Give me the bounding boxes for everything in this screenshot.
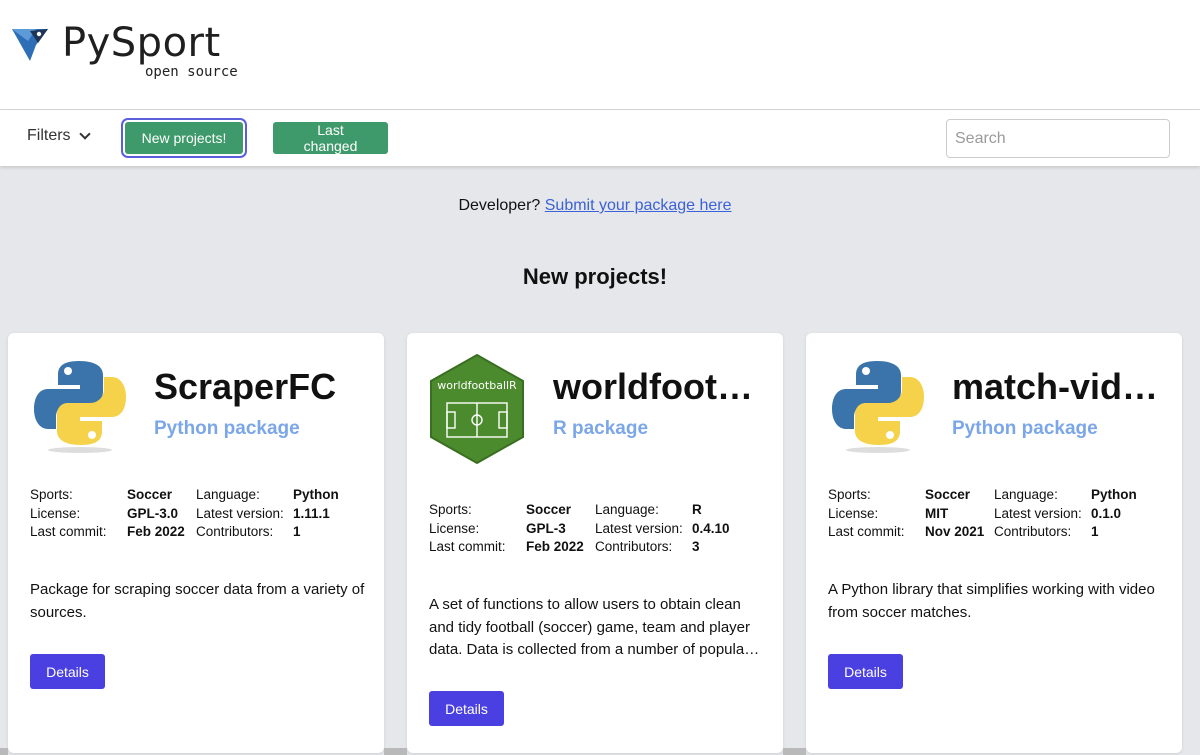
last-commit-label: Last commit: bbox=[828, 524, 905, 539]
hex-logo-text: worldfootballR bbox=[437, 379, 517, 392]
license-label: License: bbox=[429, 520, 480, 536]
package-type: Python package bbox=[154, 418, 300, 439]
developer-prompt: Developer? Submit your package here bbox=[0, 197, 1190, 215]
sports-value: Soccer bbox=[925, 487, 971, 502]
contributors-value: 1 bbox=[1091, 524, 1099, 539]
details-button[interactable]: Details bbox=[828, 654, 903, 689]
next-row-peek bbox=[384, 748, 407, 755]
contributors-label: Contributors: bbox=[196, 524, 274, 539]
language-value: R bbox=[692, 502, 702, 517]
brand-title[interactable]: PySport bbox=[62, 20, 221, 66]
last-commit-value: Feb 2022 bbox=[526, 539, 584, 554]
project-description: A Python library that simplifies working… bbox=[828, 581, 1155, 621]
sports-label: Sports: bbox=[429, 502, 472, 517]
package-type: Python package bbox=[952, 418, 1098, 439]
worldfootballr-hex-logo-icon: worldfootballR bbox=[430, 353, 524, 465]
last-commit-value: Nov 2021 bbox=[925, 524, 985, 539]
language-label: Language: bbox=[196, 487, 260, 502]
latest-version-label: Latest version: bbox=[595, 520, 683, 536]
language-label: Language: bbox=[595, 502, 659, 517]
project-meta: Sports: Soccer Language: Python License:… bbox=[828, 486, 1137, 542]
section-title: New projects! bbox=[522, 264, 668, 289]
latest-version-value: 1.11.1 bbox=[293, 505, 330, 521]
last-commit-label: Last commit: bbox=[429, 539, 506, 554]
project-name[interactable]: match-video bbox=[952, 366, 1162, 408]
sports-label: Sports: bbox=[30, 487, 73, 502]
project-card: ScraperFC Python package Sports: Soccer … bbox=[8, 333, 384, 753]
details-button[interactable]: Details bbox=[429, 691, 504, 726]
project-name[interactable]: worldfootballR bbox=[553, 366, 763, 408]
chevron-down-icon bbox=[78, 128, 91, 140]
developer-text: Developer? bbox=[458, 197, 541, 214]
license-value: GPL-3.0 bbox=[127, 505, 179, 521]
last-commit-label: Last commit: bbox=[30, 524, 107, 539]
contributors-value: 3 bbox=[692, 539, 700, 554]
last-commit-value: Feb 2022 bbox=[127, 524, 185, 539]
language-label: Language: bbox=[994, 487, 1058, 502]
python-logo-icon bbox=[832, 361, 924, 453]
project-name[interactable]: ScraperFC bbox=[154, 366, 364, 408]
latest-version-label: Latest version: bbox=[994, 505, 1082, 521]
contributors-value: 1 bbox=[293, 524, 301, 539]
project-card: match-video Python package Sports: Socce… bbox=[806, 333, 1182, 753]
project-description: A set of functions to allow users to obt… bbox=[429, 596, 750, 658]
pysport-logo-icon[interactable] bbox=[10, 25, 50, 67]
project-meta: Sports: Soccer Language: R License: GPL-… bbox=[429, 501, 730, 557]
search-input[interactable] bbox=[946, 119, 1170, 158]
package-type: R package bbox=[553, 418, 649, 439]
contributors-label: Contributors: bbox=[994, 524, 1072, 539]
last-changed-button[interactable]: Last changed bbox=[273, 122, 388, 154]
toolbar: Filters New projects! Last changed bbox=[0, 110, 1200, 166]
project-meta: Sports: Soccer Language: Python License:… bbox=[30, 486, 339, 542]
language-value: Python bbox=[1091, 487, 1137, 502]
next-row-peek bbox=[0, 748, 8, 755]
filters-dropdown[interactable]: Filters bbox=[27, 127, 91, 145]
details-button[interactable]: Details bbox=[30, 654, 105, 689]
contributors-label: Contributors: bbox=[595, 539, 673, 554]
project-description: Package for scraping soccer data from a … bbox=[30, 581, 365, 621]
latest-version-value: 0.1.0 bbox=[1091, 505, 1122, 521]
submit-package-link[interactable]: Submit your package here bbox=[545, 197, 732, 214]
license-value: MIT bbox=[925, 505, 949, 521]
license-label: License: bbox=[30, 505, 81, 521]
language-value: Python bbox=[293, 487, 339, 502]
license-label: License: bbox=[828, 505, 879, 521]
latest-version-value: 0.4.10 bbox=[692, 520, 730, 536]
brand-subtitle: open source bbox=[145, 64, 238, 80]
site-header: PySport open source bbox=[0, 0, 1200, 110]
sports-value: Soccer bbox=[127, 487, 173, 502]
next-row-peek bbox=[783, 748, 806, 755]
python-logo-icon bbox=[34, 361, 126, 453]
new-projects-button[interactable]: New projects! bbox=[125, 122, 243, 154]
license-value: GPL-3 bbox=[526, 520, 566, 536]
sports-value: Soccer bbox=[526, 502, 572, 517]
latest-version-label: Latest version: bbox=[196, 505, 284, 521]
project-card: worldfootballR worldfootballR R package … bbox=[407, 333, 783, 753]
sports-label: Sports: bbox=[828, 487, 871, 502]
filters-label: Filters bbox=[27, 127, 71, 144]
